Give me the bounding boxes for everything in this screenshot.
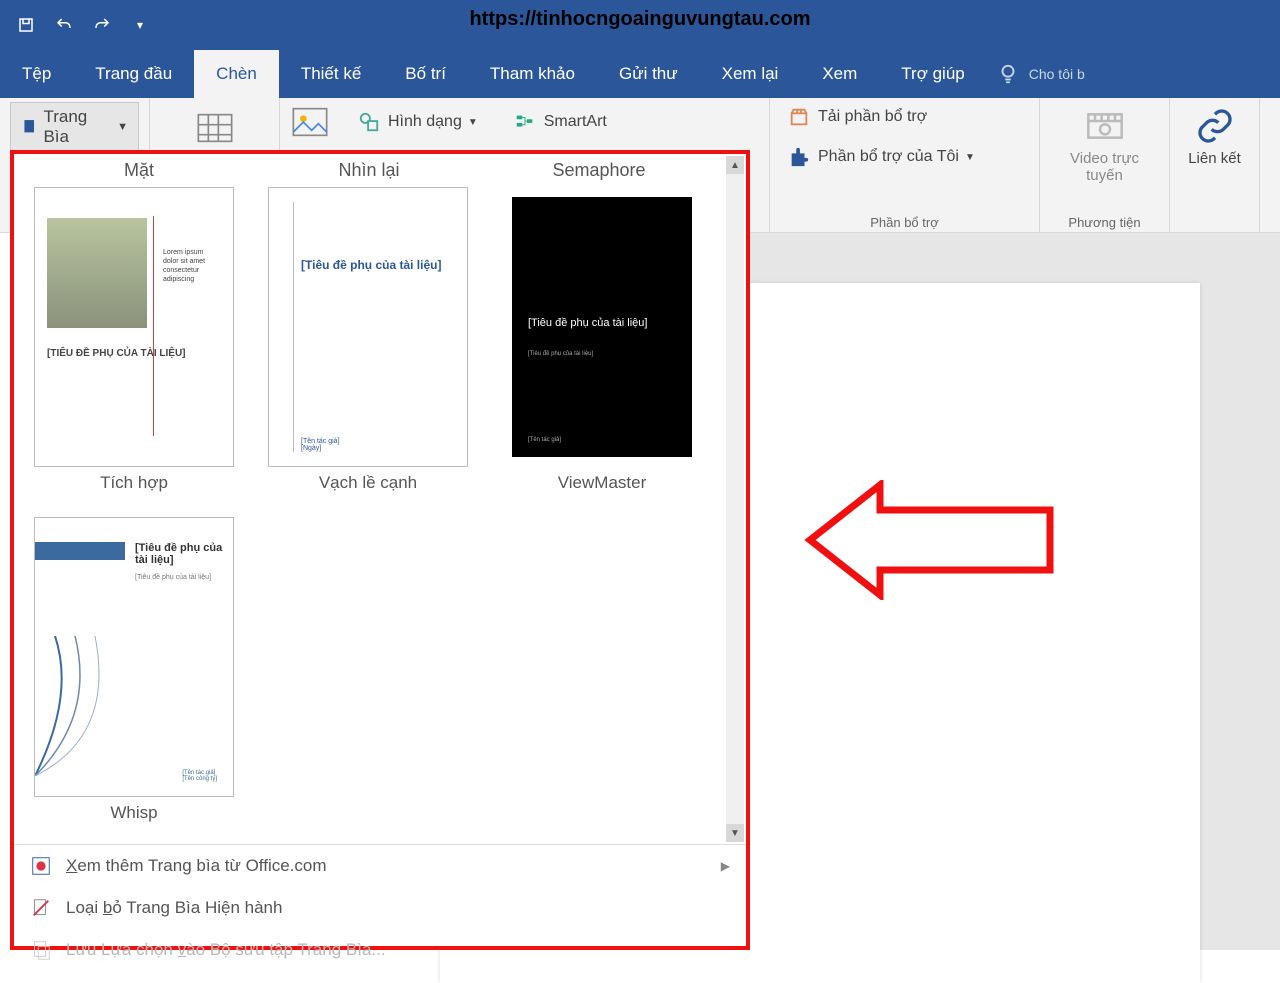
lightbulb-icon (997, 63, 1019, 85)
online-video-button: Video trực tuyến (1050, 102, 1159, 188)
scroll-up-icon[interactable]: ▲ (726, 156, 744, 174)
tab-view[interactable]: Xem (800, 50, 879, 98)
thumb-subtitle: [Tiêu đề phụ của tài liệu] (528, 317, 647, 329)
thumb-sub: [Tiêu đề phụ của tài liệu] (528, 351, 593, 357)
save-gallery-icon (30, 939, 52, 961)
tab-insert[interactable]: Chèn (194, 50, 279, 98)
smartart-label: SmartArt (544, 113, 607, 131)
get-addins-label: Tải phần bổ trợ (818, 108, 927, 126)
save-icon[interactable] (10, 9, 42, 41)
store-icon (788, 106, 810, 128)
tell-me-text: Cho tôi b (1029, 66, 1085, 82)
watermark-url: https://tinhocngoainguvungtau.com (469, 8, 810, 31)
redo-icon[interactable] (86, 9, 118, 41)
cover-whisp[interactable]: [Tiêu đề phụ của tài liệu] [Tiêu đề phụ … (24, 517, 244, 823)
cover-page-button[interactable]: Trang Bìa ▼ (10, 102, 139, 152)
thumb-subtitle: [TIÊU ĐỀ PHỤ CỦA TÀI LIỆU] (47, 348, 186, 359)
get-addins-button[interactable]: Tải phần bổ trợ (780, 102, 1029, 132)
head-nhinlai: Nhìn lại (254, 160, 484, 181)
gallery-row-headers: Mặt Nhìn lại Semaphore (14, 154, 746, 181)
menu-remove-label: Loại bỏ Trang Bìa Hiện hành (66, 898, 282, 918)
smartart-button[interactable]: SmartArt (506, 102, 615, 142)
cap-whisp: Whisp (110, 803, 157, 823)
tell-me-search[interactable]: Cho tôi b (997, 50, 1085, 98)
tab-layout[interactable]: Bố trí (383, 50, 468, 98)
picture-icon[interactable] (290, 102, 330, 142)
caret-icon: ▼ (965, 152, 975, 163)
tab-file[interactable]: Tệp (0, 50, 73, 98)
scrollbar-track[interactable] (726, 156, 744, 836)
scroll-down-icon[interactable]: ▼ (726, 824, 744, 842)
submenu-arrow-icon: ▶ (721, 859, 730, 873)
caret-icon: ▼ (468, 117, 478, 128)
menu-save-label: Lưu Lựa chọn vào Bộ sưu tập Trang Bìa... (66, 940, 386, 960)
tab-references[interactable]: Tham khảo (468, 50, 597, 98)
video-icon (1085, 106, 1125, 146)
cover-page-label: Trang Bìa (43, 107, 111, 147)
cover-tichhop[interactable]: Lorem ipsumdolor sit ametconsecteturadip… (24, 187, 244, 493)
tab-mailings[interactable]: Gửi thư (597, 50, 700, 98)
customize-qat-icon[interactable]: ▾ (124, 9, 156, 41)
annotation-arrow-icon (800, 480, 1060, 600)
table-icon[interactable] (195, 108, 235, 148)
thumb-sub: [Tiêu đề phụ của tài liệu] (135, 574, 211, 581)
undo-icon[interactable] (48, 9, 80, 41)
dropdown-caret-icon: ▼ (117, 121, 128, 133)
cover-viewmaster[interactable]: [Tiêu đề phụ của tài liệu] [Tiêu đề phụ … (492, 187, 712, 493)
shapes-icon (358, 111, 380, 133)
cover-vachlecanh[interactable]: [Tiêu đề phụ của tài liệu] [Tên tác giả]… (258, 187, 478, 493)
link-button[interactable]: Liên kết (1180, 102, 1249, 171)
remove-icon (30, 897, 52, 919)
media-group-label: Phương tiện (1050, 211, 1159, 230)
menu-remove-cover[interactable]: Loại bỏ Trang Bìa Hiện hành (14, 887, 746, 929)
link-icon (1195, 106, 1235, 146)
gallery-menu: Xem thêm Trang bìa từ Office.com ▶ Loại … (14, 844, 746, 971)
menu-save-cover: Lưu Lựa chọn vào Bộ sưu tập Trang Bìa... (14, 929, 746, 971)
cap-tichhop: Tích hợp (100, 473, 168, 493)
thumb-subtitle: [Tiêu đề phụ của tài liệu] (135, 542, 233, 566)
online-video-label: Video trực tuyến (1058, 150, 1151, 184)
my-addins-label: Phần bổ trợ của Tôi (818, 148, 959, 166)
cap-viewmaster: ViewMaster (558, 473, 647, 493)
addins-group-label: Phần bổ trợ (780, 211, 1029, 230)
addins-icon (788, 146, 810, 168)
cover-page-icon (21, 118, 37, 136)
cover-page-gallery: ▲ ▼ Mặt Nhìn lại Semaphore Lorem ipsumdo… (10, 150, 750, 950)
ribbon-tabs: Tệp Trang đầu Chèn Thiết kế Bố trí Tham … (0, 50, 1280, 98)
cap-vachlecanh: Vạch lề cạnh (319, 473, 417, 493)
thumb-subtitle: [Tiêu đề phụ của tài liệu] (301, 258, 441, 272)
my-addins-button[interactable]: Phần bổ trợ của Tôi ▼ (780, 142, 1029, 172)
office-icon (30, 855, 52, 877)
tab-help[interactable]: Trợ giúp (879, 50, 986, 98)
menu-more-label: Xem thêm Trang bìa từ Office.com (66, 856, 327, 876)
tab-design[interactable]: Thiết kế (279, 50, 383, 98)
tab-home[interactable]: Trang đầu (73, 50, 194, 98)
shapes-label: Hình dạng (388, 113, 462, 131)
link-label: Liên kết (1188, 150, 1241, 167)
shapes-button[interactable]: Hình dạng ▼ (350, 102, 486, 142)
tab-review[interactable]: Xem lại (700, 50, 801, 98)
head-mat: Mặt (24, 160, 254, 181)
smartart-icon (514, 111, 536, 133)
head-semaphore: Semaphore (484, 160, 714, 181)
menu-more-covers[interactable]: Xem thêm Trang bìa từ Office.com ▶ (14, 845, 746, 887)
